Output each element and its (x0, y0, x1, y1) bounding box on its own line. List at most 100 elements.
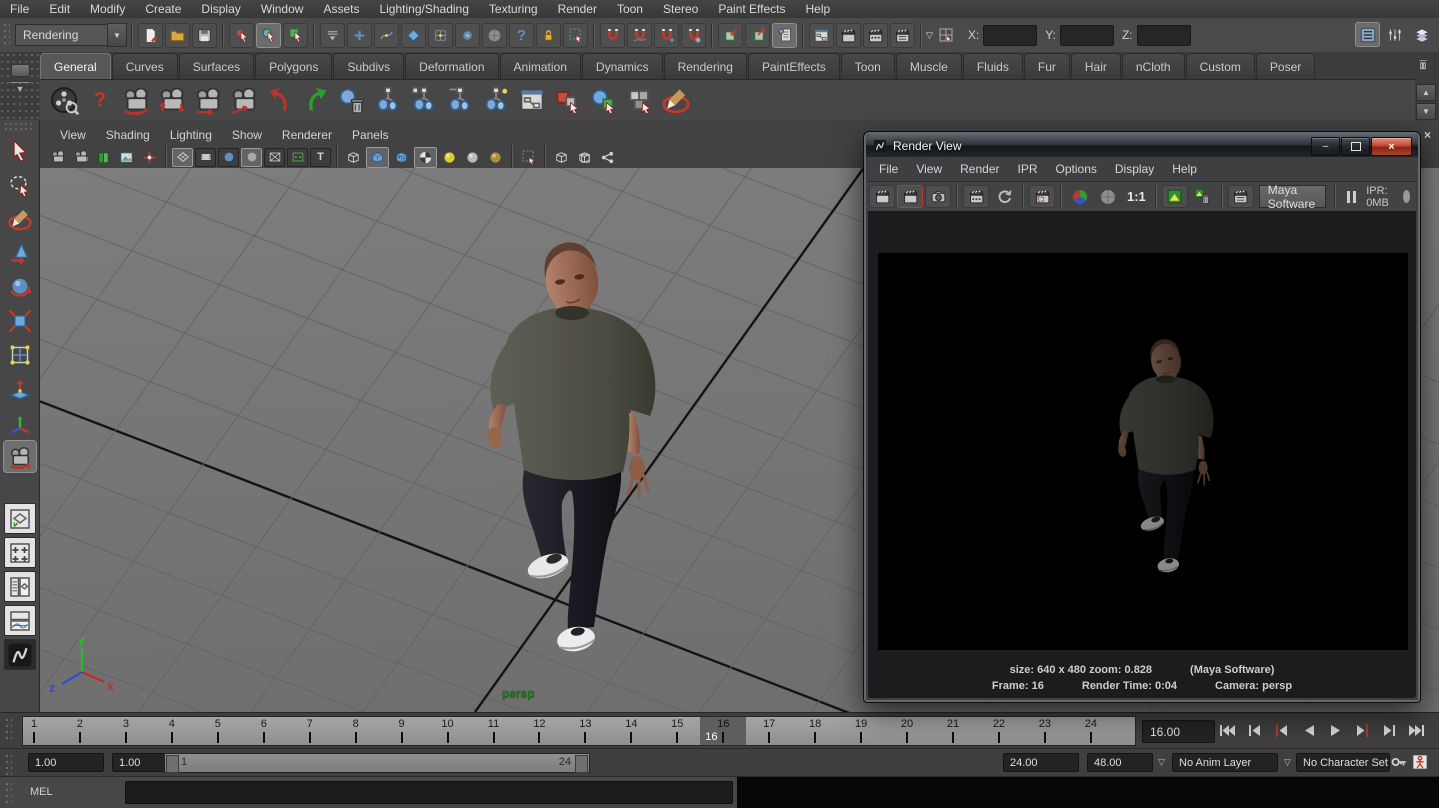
textured-display-icon[interactable] (391, 148, 412, 167)
shelf-tab[interactable]: Toon (841, 53, 895, 79)
camera-orbit-icon[interactable] (118, 82, 154, 118)
animation-start-field[interactable]: 1.00 (28, 753, 104, 772)
output-connections-icon[interactable] (745, 23, 770, 48)
shelf-tab[interactable]: PaintEffects (748, 53, 840, 79)
viewport-menu-item[interactable]: Panels (342, 126, 399, 144)
help-mode-icon[interactable]: ? (509, 23, 534, 48)
save-scene-icon[interactable] (192, 23, 217, 48)
soft-modification-tool[interactable] (3, 372, 37, 405)
viewport-menu-item[interactable]: Show (222, 126, 272, 144)
viewport-menu-item[interactable]: Renderer (272, 126, 342, 144)
four-pane-layout-button[interactable] (4, 537, 36, 568)
timeline-frame[interactable]: 20 (884, 717, 930, 745)
snap-to-planes-icon[interactable] (401, 23, 426, 48)
renderer-selector[interactable]: Maya Software (1259, 185, 1326, 208)
select-component-icon[interactable] (283, 23, 308, 48)
timeline-frame[interactable]: 13 (562, 717, 608, 745)
paint-erase-icon[interactable] (658, 82, 694, 118)
render-region-icon[interactable] (1029, 185, 1055, 208)
step-forward-key-button[interactable] (1349, 719, 1376, 742)
shelf-tab[interactable]: Polygons (255, 53, 332, 79)
menu-item[interactable]: Assets (313, 0, 369, 18)
ipr-render-frame-icon[interactable] (963, 185, 989, 208)
pause-ipr-icon[interactable] (1345, 191, 1357, 203)
shelf-tab[interactable]: Rendering (664, 53, 747, 79)
menu-item[interactable]: Toon (607, 0, 653, 18)
menu-item[interactable]: File (0, 0, 39, 18)
cluster-icon[interactable] (370, 82, 406, 118)
shelf-collapse-icon[interactable]: ▼ (10, 82, 30, 94)
highlight-selection-icon[interactable] (563, 23, 588, 48)
alpha-channel-icon[interactable] (1095, 185, 1121, 208)
timeline-frame[interactable]: 7 (287, 717, 333, 745)
timeline-frame[interactable]: 10 (425, 717, 471, 745)
timeline-frame[interactable]: 18 (792, 717, 838, 745)
timeline-frame[interactable]: 23 (1022, 717, 1068, 745)
open-render-settings-icon[interactable] (1228, 185, 1254, 208)
timeline-frame[interactable]: 3 (103, 717, 149, 745)
select-cube-stack-icon[interactable] (622, 82, 658, 118)
bookmarks-icon[interactable] (93, 148, 114, 167)
snap-to-grids-icon[interactable] (347, 23, 372, 48)
menu-item[interactable]: Display (191, 0, 250, 18)
shelf-scroll-down-icon[interactable]: ▼ (1416, 103, 1436, 120)
hypergraph-window-icon[interactable] (514, 82, 550, 118)
timeline-frame[interactable]: 9 (379, 717, 425, 745)
open-render-view-icon[interactable] (809, 23, 834, 48)
move-tool[interactable] (3, 236, 37, 269)
viewport-menu-item[interactable]: View (50, 126, 96, 144)
select-camera-icon[interactable] (47, 148, 68, 167)
plugin-shapes-icon[interactable] (597, 148, 618, 167)
lattice-cluster-icon[interactable] (442, 82, 478, 118)
camera-attributes-icon[interactable] (70, 148, 91, 167)
gate-mask-icon[interactable] (241, 148, 262, 167)
play-forwards-button[interactable] (1322, 719, 1349, 742)
joint-cluster-icon[interactable] (406, 82, 442, 118)
timeline-frame[interactable]: 21 (930, 717, 976, 745)
use-all-lights-icon[interactable] (414, 147, 437, 168)
auto-keyframe-icon[interactable] (1390, 753, 1408, 776)
paint-selection-tool[interactable] (3, 202, 37, 235)
ipr-render-icon[interactable] (863, 23, 888, 48)
undo-icon[interactable] (262, 82, 298, 118)
menu-item[interactable]: Texturing (479, 0, 548, 18)
shelf-delete-icon[interactable] (1415, 56, 1431, 77)
menu-item[interactable]: Render (548, 0, 607, 18)
animation-preferences-icon[interactable] (1411, 753, 1429, 776)
snap-projected-center-icon[interactable] (455, 23, 480, 48)
rgb-channels-icon[interactable] (1067, 185, 1093, 208)
select-red-cube-icon[interactable] (550, 82, 586, 118)
image-plane-icon[interactable] (116, 148, 137, 167)
menu-item[interactable]: Help (796, 0, 841, 18)
command-line-grip[interactable] (5, 781, 12, 807)
timeline-frame[interactable]: 15 (654, 717, 700, 745)
shelf-tab[interactable]: nCloth (1122, 53, 1185, 79)
range-end-handle[interactable] (575, 755, 588, 773)
shadows-icon[interactable] (485, 148, 506, 167)
step-back-frame-button[interactable] (1241, 719, 1268, 742)
viewport-menu-item[interactable]: Shading (96, 126, 160, 144)
anim-layer-selector[interactable]: No Anim Layer (1172, 753, 1278, 772)
snap-view-plane-icon[interactable] (482, 23, 507, 48)
render-view-menu-item[interactable]: Help (1163, 159, 1206, 180)
smooth-shade-display-icon[interactable] (366, 147, 389, 168)
snap-magnet-grid-icon[interactable] (600, 23, 625, 48)
field-chart-icon[interactable] (264, 148, 285, 167)
snap-magnet-point-icon[interactable] (654, 23, 679, 48)
shelf-help-icon[interactable]: ? (82, 82, 118, 118)
one-to-one-zoom-button[interactable]: 1:1 (1127, 189, 1146, 204)
render-view-menu-item[interactable]: Options (1047, 159, 1106, 180)
symmetry-icon[interactable] (320, 23, 345, 48)
isolate-select-icon[interactable] (518, 148, 539, 167)
z-coordinate-field[interactable] (1137, 25, 1191, 46)
render-settings-icon[interactable] (890, 23, 915, 48)
hypergraph-layout-button[interactable] (4, 639, 36, 670)
panel-close-icon[interactable]: × (1424, 128, 1431, 142)
timeline-frame[interactable]: 2 (57, 717, 103, 745)
menu-item[interactable]: Lighting/Shading (369, 0, 478, 18)
grid-toggle-icon[interactable] (172, 148, 193, 167)
channel-box-toggle-icon[interactable] (1409, 22, 1434, 47)
stop-ipr-icon[interactable] (1403, 190, 1410, 203)
menu-item[interactable]: Paint Effects (708, 0, 795, 18)
character-model[interactable] (486, 238, 656, 654)
